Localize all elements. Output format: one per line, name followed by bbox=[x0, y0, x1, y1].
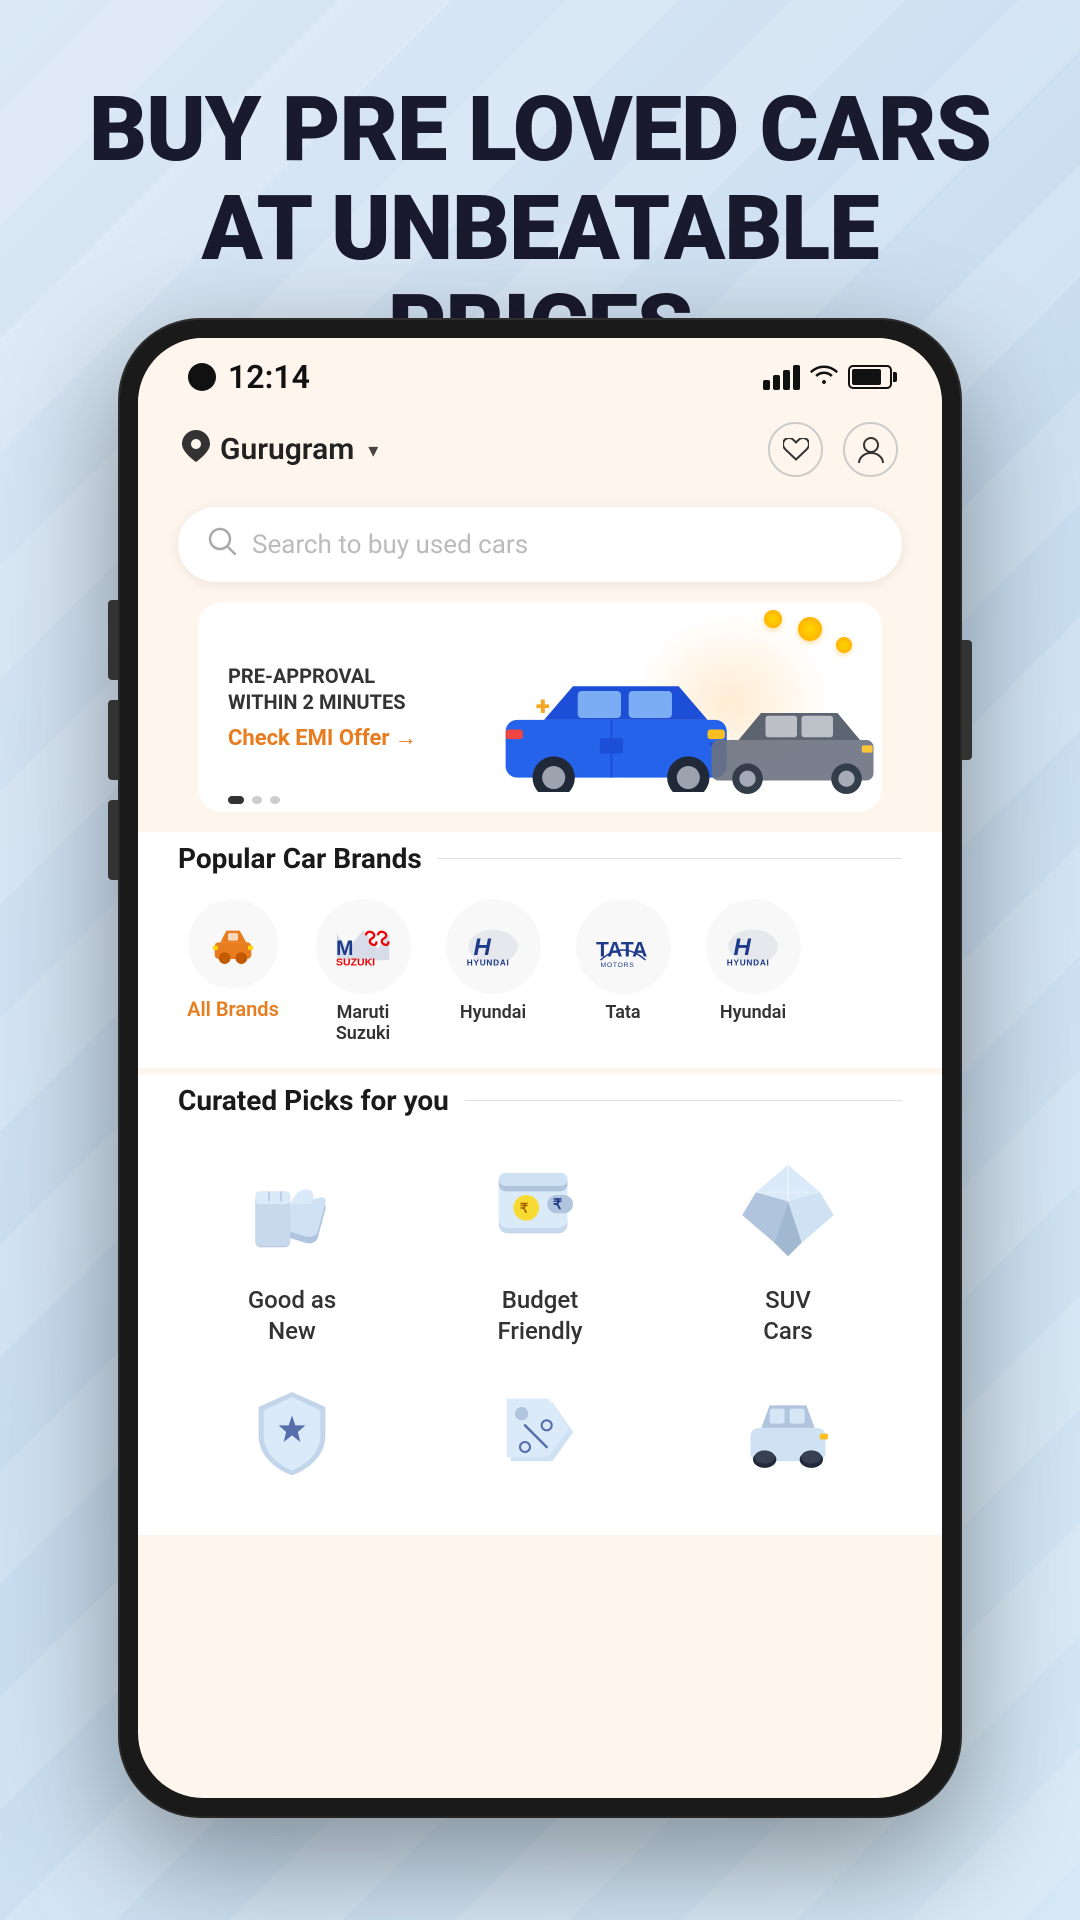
signal-bars-icon bbox=[763, 365, 800, 390]
offers-icon bbox=[475, 1367, 605, 1497]
curated-picks-section: Curated Picks for you bbox=[138, 1074, 942, 1535]
brand-all-label: All Brands bbox=[187, 997, 279, 1021]
picks-row-2 bbox=[178, 1367, 902, 1511]
brand-hyundai-2[interactable]: H HYUNDAI Hyundai bbox=[698, 899, 808, 1044]
svg-text:MOTORS: MOTORS bbox=[601, 961, 635, 968]
svg-text:H: H bbox=[734, 933, 752, 960]
banner-section: PRE-APPROVAL WITHIN 2 MINUTES Check EMI … bbox=[168, 602, 912, 812]
brands-divider bbox=[438, 858, 902, 860]
picks-header: Curated Picks for you bbox=[178, 1084, 902, 1117]
brand-hyundai-1-label: Hyundai bbox=[460, 1002, 526, 1023]
picks-title: Curated Picks for you bbox=[178, 1084, 449, 1117]
dot-1 bbox=[252, 796, 262, 804]
brand-maruti[interactable]: M SUZUKI Maruti Suzuki bbox=[308, 899, 418, 1044]
banner-line1: PRE-APPROVAL WITHIN 2 MINUTES bbox=[228, 663, 524, 715]
status-time: 12:14 bbox=[228, 358, 310, 396]
brand-tata-label: Tata bbox=[605, 1002, 640, 1023]
location-selector[interactable]: Gurugram ▾ bbox=[182, 430, 378, 470]
suv-cars-icon bbox=[723, 1141, 853, 1271]
status-right bbox=[763, 362, 892, 392]
brand-hyundai-2-label: Hyundai bbox=[720, 1002, 786, 1023]
good-as-new-label: Good asNew bbox=[248, 1285, 336, 1347]
svg-text:H: H bbox=[474, 933, 492, 960]
search-bar[interactable]: Search to buy used cars bbox=[178, 507, 902, 582]
svg-text:SUZUKI: SUZUKI bbox=[336, 956, 375, 968]
battery-icon bbox=[848, 365, 892, 389]
banner-text: PRE-APPROVAL WITHIN 2 MINUTES Check EMI … bbox=[198, 639, 554, 775]
svg-text:₹: ₹ bbox=[520, 1200, 529, 1215]
budget-friendly-icon: ₹ ₹ bbox=[475, 1141, 605, 1271]
popular-brands-section: Popular Car Brands bbox=[138, 832, 942, 1068]
brand-all[interactable]: All Brands bbox=[178, 899, 288, 1044]
phone-frame: 12:14 bbox=[120, 320, 960, 1816]
header-actions bbox=[768, 422, 898, 477]
status-bar: 12:14 bbox=[138, 338, 942, 406]
suv-cars-label: SUVCars bbox=[763, 1285, 812, 1347]
status-left: 12:14 bbox=[188, 358, 310, 396]
location-text: Gurugram bbox=[220, 432, 354, 467]
brand-hyundai-1[interactable]: H HYUNDAI Hyundai bbox=[438, 899, 548, 1044]
chevron-down-icon: ▾ bbox=[368, 438, 378, 462]
dot-2 bbox=[270, 796, 280, 804]
emi-banner[interactable]: PRE-APPROVAL WITHIN 2 MINUTES Check EMI … bbox=[198, 602, 882, 812]
phone-mockup: 12:14 bbox=[120, 320, 960, 1816]
svg-text:HYUNDAI: HYUNDAI bbox=[727, 958, 770, 967]
good-as-new-icon bbox=[227, 1141, 357, 1271]
dot-active bbox=[228, 796, 244, 804]
app-header: Gurugram ▾ bbox=[138, 406, 942, 497]
pick-good-as-new[interactable]: Good asNew bbox=[178, 1141, 406, 1347]
picks-row-1: Good asNew bbox=[178, 1141, 902, 1347]
search-icon bbox=[208, 527, 236, 562]
phone-screen: 12:14 bbox=[138, 338, 942, 1798]
brand-maruti-icon: M SUZUKI bbox=[316, 899, 411, 994]
svg-text:₹: ₹ bbox=[553, 1197, 563, 1213]
brand-hyundai-2-icon: H HYUNDAI bbox=[706, 899, 801, 994]
budget-friendly-label: BudgetFriendly bbox=[497, 1285, 582, 1347]
coin-2 bbox=[764, 610, 782, 628]
emi-cta-button[interactable]: Check EMI Offer → bbox=[228, 725, 524, 751]
pick-budget-friendly[interactable]: ₹ ₹ BudgetFriendly bbox=[426, 1141, 654, 1347]
coin-3 bbox=[836, 637, 852, 653]
wifi-icon bbox=[810, 362, 838, 392]
certified-icon bbox=[227, 1367, 357, 1497]
profile-button[interactable] bbox=[843, 422, 898, 477]
pick-certified[interactable] bbox=[178, 1367, 406, 1511]
search-container: Search to buy used cars bbox=[138, 497, 942, 602]
gray-sedan-car bbox=[707, 695, 882, 794]
brands-title: Popular Car Brands bbox=[178, 842, 422, 875]
brand-tata[interactable]: TATA MOTORS Tata bbox=[568, 899, 678, 1044]
brands-header: Popular Car Brands bbox=[178, 842, 902, 875]
coin-1 bbox=[798, 617, 822, 641]
pick-suv-cars[interactable]: SUVCars bbox=[674, 1141, 902, 1347]
banner-cars-illustration: + bbox=[506, 602, 882, 812]
picks-divider bbox=[465, 1100, 902, 1102]
camera-dot bbox=[188, 363, 216, 391]
brand-tata-icon: TATA MOTORS bbox=[576, 899, 671, 994]
wishlist-button[interactable] bbox=[768, 422, 823, 477]
hatchback-icon bbox=[723, 1367, 853, 1497]
pick-offers[interactable] bbox=[426, 1367, 654, 1511]
brand-maruti-label: Maruti Suzuki bbox=[336, 1002, 390, 1044]
banner-dots bbox=[198, 796, 310, 812]
location-pin-icon bbox=[182, 430, 210, 470]
brand-hyundai-1-icon: H HYUNDAI bbox=[446, 899, 541, 994]
brand-all-icon bbox=[188, 899, 278, 989]
search-placeholder: Search to buy used cars bbox=[252, 530, 528, 560]
brands-row: All Brands M SUZUKI bbox=[178, 899, 902, 1052]
pick-hatchback[interactable] bbox=[674, 1367, 902, 1511]
svg-text:HYUNDAI: HYUNDAI bbox=[467, 958, 510, 967]
